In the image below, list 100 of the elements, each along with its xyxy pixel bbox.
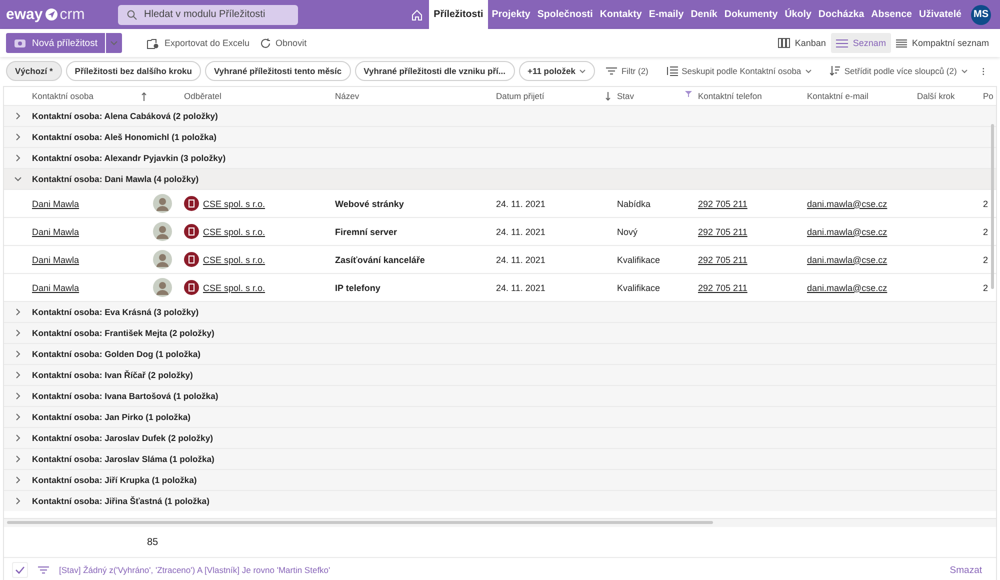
total-count: 85 [147,536,158,548]
chevron-icon[interactable] [14,455,22,463]
view-tab[interactable]: Kompaktní seznam [890,33,994,53]
group-header[interactable]: Kontaktní osoba: Eva Krásná (3 položky) [32,307,199,317]
module-tab[interactable]: E-maily [645,0,688,29]
view-tab[interactable]: Seznam [830,33,891,53]
export-button[interactable]: Exportovat do Excelu [142,33,255,53]
table-cell-text: Firemní server [335,226,398,236]
contact-link[interactable]: Dani Mawla [32,198,80,208]
saved-view-chip[interactable]: Vyhrané příležitosti tento měsíc [204,61,351,81]
phone-link[interactable]: 292 705 211 [698,198,748,208]
chevron-icon[interactable] [14,371,22,379]
user-avatar[interactable]: MS [971,4,991,24]
module-tab[interactable]: Příležitosti [428,0,488,29]
column-header[interactable]: Název [335,91,360,101]
email-link[interactable]: dani.mawla@cse.cz [807,282,888,292]
clear-link[interactable]: Smazat [944,564,988,576]
group-header[interactable]: Kontaktní osoba: Jan Pirko (1 položka) [32,412,191,422]
contact-link[interactable]: Dani Mawla [32,254,80,264]
column-header[interactable]: Stav [617,91,634,101]
email-link[interactable]: dani.mawla@cse.cz [807,226,888,236]
group-header[interactable]: Kontaktní osoba: Jaroslav Sláma (1 položka) [32,454,214,464]
chevron-icon[interactable] [14,413,22,421]
filter-icon [38,566,49,574]
more-views-chip[interactable]: +11 položek [518,61,596,81]
company-link[interactable]: CSE spol. s r.o. [203,198,266,208]
company-link[interactable]: CSE spol. s r.o. [203,226,266,236]
chevron-icon[interactable] [14,154,22,162]
company-link[interactable]: CSE spol. s r.o. [203,282,266,292]
phone-link[interactable]: 292 705 211 [698,226,748,236]
module-tab[interactable]: Kontakty [596,0,646,29]
column-header[interactable]: Kontaktní e-mail [807,91,868,101]
search-field[interactable]: Hledat v modulu Příležitosti [118,4,298,24]
scrollbar[interactable] [7,521,713,524]
chevron-icon[interactable] [14,476,22,484]
home-icon[interactable] [410,8,423,20]
group-header[interactable]: Kontaktní osoba: Jiří Krupka (1 položka) [32,475,197,485]
phone-link[interactable]: 292 705 211 [698,254,748,264]
company-link[interactable]: CSE spol. s r.o. [203,254,266,264]
chevron-icon[interactable] [14,175,22,183]
view-tab[interactable]: Kanban [772,33,831,53]
saved-view-chip[interactable]: Výchozí * [6,61,62,81]
email-link[interactable]: dani.mawla@cse.cz [807,254,888,264]
module-tab[interactable]: Dokumenty [720,0,782,29]
refresh-button[interactable]: Obnovit [254,33,312,53]
table-cell-text: Kvalifikace [617,254,662,264]
module-tab[interactable]: Projekty [488,0,534,29]
column-header[interactable]: Odběratel [184,91,222,101]
filter-button[interactable]: Filtr (2) [603,66,652,76]
columns-icon [778,38,790,48]
contact-link[interactable]: Dani Mawla [32,226,80,236]
saved-view-chip[interactable]: Příležitosti bez dalšího kroku [66,61,201,81]
group-by-button[interactable]: Seskupit podle Kontaktní osoba [664,66,816,76]
phone-link[interactable]: 292 705 211 [698,282,748,292]
module-tab[interactable]: Deník [687,0,721,29]
filter-checkbox[interactable] [12,562,28,578]
column-header[interactable]: Kontaktní osoba [32,91,94,101]
group-header[interactable]: Kontaktní osoba: Jaroslav Dufek (2 položky) [32,433,213,443]
table-cell-text: 24. 11. 2021 [496,198,546,208]
module-tab[interactable]: Absence [868,0,916,29]
table-cell-text: 2 [983,282,990,292]
more-icon[interactable] [982,66,984,76]
table-cell-text: Nový [617,226,639,236]
group-header[interactable]: Kontaktní osoba: Alexandr Pyjavkin (3 položky) [32,153,226,163]
module-tab[interactable]: Docházka [814,0,868,29]
sort-down-icon[interactable] [605,92,611,100]
chevron-icon[interactable] [14,133,22,141]
new-opportunity-button[interactable]: Nová příležitost [6,33,122,53]
group-header[interactable]: Kontaktní osoba: Dani Mawla (4 položky) [32,174,199,184]
check-icon [15,566,25,574]
column-header[interactable]: Datum přijetí [496,91,544,101]
column-header[interactable]: Další krok [917,91,955,101]
sort-icon [830,66,840,76]
sort-button[interactable]: Setřídit podle více sloupců (2) [827,66,971,76]
chevron-icon[interactable] [14,392,22,400]
group-header[interactable]: Kontaktní osoba: Ivana Bartošová (1 položka) [32,391,218,401]
chevron-icon[interactable] [14,329,22,337]
group-header[interactable]: Kontaktní osoba: Ivan Říčař (2 položky) [32,370,193,380]
contact-link[interactable]: Dani Mawla [32,282,80,292]
chevron-icon[interactable] [14,350,22,358]
column-header[interactable]: Po [983,91,994,101]
group-header[interactable]: Kontaktní osoba: František Mejta (2 položky) [32,328,214,338]
sort-up-icon[interactable] [141,92,147,100]
group-header[interactable]: Kontaktní osoba: Aleš Honomichl (1 položka) [32,132,216,142]
module-tab[interactable]: Uživatelé [916,0,965,29]
group-header[interactable]: Kontaktní osoba: Jiřina Šťastná (1 položka) [32,496,210,506]
chevron-icon[interactable] [14,308,22,316]
column-header[interactable]: Kontaktní telefon [698,91,762,101]
chevron-icon[interactable] [14,112,22,120]
saved-view-chip[interactable]: Vyhrané příležitosti dle vzniku pří... [354,61,514,81]
chevron-icon[interactable] [14,497,22,505]
table-cell-text: Zasíťování kanceláře [335,254,426,264]
refresh-icon [260,38,271,48]
company-icon [184,252,199,267]
group-header[interactable]: Kontaktní osoba: Golden Dog (1 položka) [32,349,201,359]
email-link[interactable]: dani.mawla@cse.cz [807,198,888,208]
module-tab[interactable]: Úkoly [781,0,815,29]
chevron-icon[interactable] [14,434,22,442]
module-tab[interactable]: Společnosti [534,0,596,29]
group-header[interactable]: Kontaktní osoba: Alena Cabáková (2 položky) [32,111,218,121]
